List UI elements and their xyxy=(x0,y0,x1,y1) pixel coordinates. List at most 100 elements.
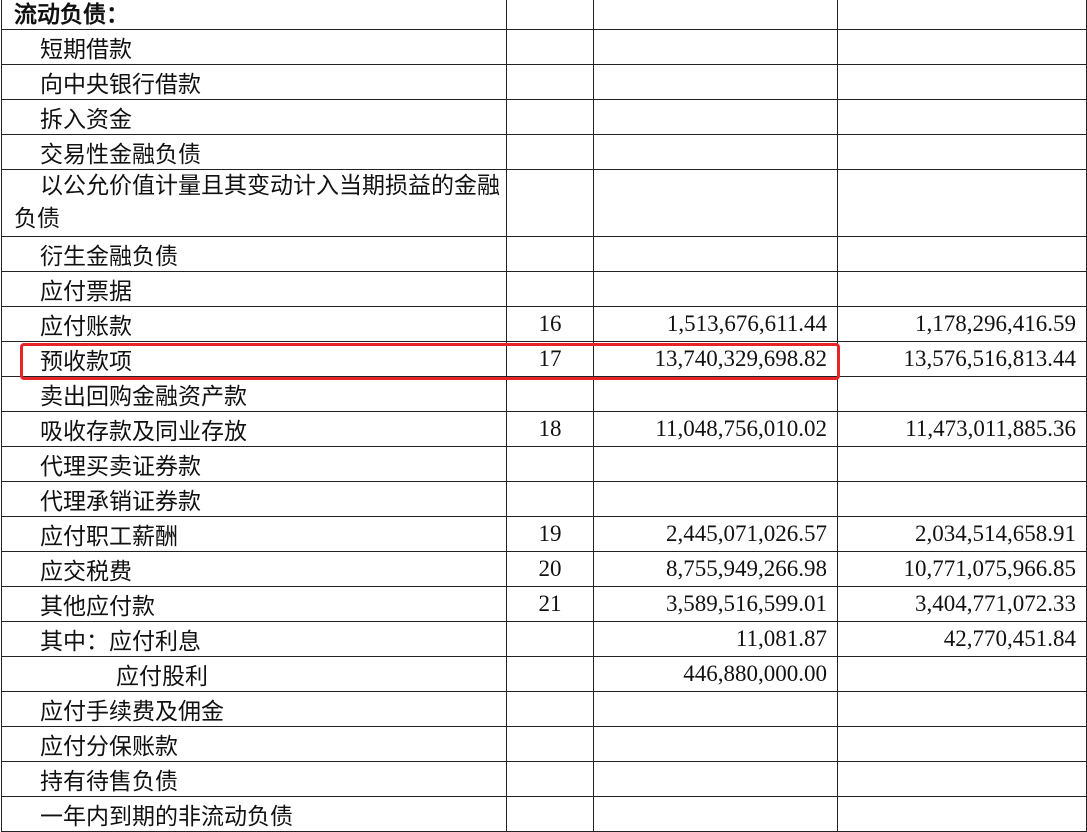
table-row: 代理买卖证券款 xyxy=(1,446,1087,482)
prior-period-cell xyxy=(837,0,1087,30)
table-row: 交易性金融负债 xyxy=(1,134,1087,170)
current-period-cell: 3,589,516,599.01 xyxy=(593,586,838,622)
row-label: 应交税费 xyxy=(1,551,507,587)
note-cell xyxy=(506,621,594,657)
note-cell: 17 xyxy=(506,341,594,377)
note-cell xyxy=(506,271,594,307)
prior-period-cell xyxy=(837,29,1087,65)
current-period-cell xyxy=(593,236,838,272)
prior-period-cell: 2,034,514,658.91 xyxy=(837,516,1087,552)
row-label: 向中央银行借款 xyxy=(1,64,507,100)
current-period-cell xyxy=(593,376,838,412)
note-cell xyxy=(506,29,594,65)
table-row: 向中央银行借款 xyxy=(1,64,1087,100)
note-cell xyxy=(506,0,594,30)
row-label: 交易性金融负债 xyxy=(1,134,507,170)
section-header-current-liabilities: 流动负债： xyxy=(1,0,507,30)
note-cell xyxy=(506,99,594,135)
current-period-cell xyxy=(593,169,838,237)
table-row: 应付手续费及佣金 xyxy=(1,691,1087,727)
note-cell: 19 xyxy=(506,516,594,552)
current-period-cell: 11,081.87 xyxy=(593,621,838,657)
current-period-cell: 8,755,949,266.98 xyxy=(593,551,838,587)
prior-period-cell xyxy=(837,761,1087,797)
note-cell xyxy=(506,726,594,762)
note-cell: 21 xyxy=(506,586,594,622)
row-label: 应付职工薪酬 xyxy=(1,516,507,552)
note-cell: 18 xyxy=(506,411,594,447)
current-period-cell xyxy=(593,761,838,797)
current-period-cell xyxy=(593,691,838,727)
table-row: 应付分保账款 xyxy=(1,726,1087,762)
prior-period-cell: 13,576,516,813.44 xyxy=(837,341,1087,377)
prior-period-cell xyxy=(837,691,1087,727)
current-period-cell xyxy=(593,726,838,762)
prior-period-cell: 1,178,296,416.59 xyxy=(837,306,1087,342)
row-label: 以公允价值计量且其变动计入当期损益的金融负债 xyxy=(1,169,507,237)
current-period-cell: 11,048,756,010.02 xyxy=(593,411,838,447)
table-row: 应交税费 20 8,755,949,266.98 10,771,075,966.… xyxy=(1,551,1087,587)
table-row: 拆入资金 xyxy=(1,99,1087,135)
note-cell xyxy=(506,169,594,237)
prior-period-cell xyxy=(837,376,1087,412)
row-label: 代理承销证券款 xyxy=(1,481,507,517)
prior-period-cell xyxy=(837,99,1087,135)
table-row: 短期借款 xyxy=(1,29,1087,65)
note-cell: 20 xyxy=(506,551,594,587)
row-label: 拆入资金 xyxy=(1,99,507,135)
row-label: 预收款项 xyxy=(1,341,507,377)
prior-period-cell xyxy=(837,656,1087,692)
prior-period-cell: 11,473,011,885.36 xyxy=(837,411,1087,447)
note-cell xyxy=(506,656,594,692)
prior-period-cell xyxy=(837,134,1087,170)
row-label: 应付账款 xyxy=(1,306,507,342)
current-period-cell xyxy=(593,29,838,65)
table-row: 应付职工薪酬 19 2,445,071,026.57 2,034,514,658… xyxy=(1,516,1087,552)
note-cell xyxy=(506,691,594,727)
current-period-cell xyxy=(593,0,838,30)
prior-period-cell xyxy=(837,481,1087,517)
table-row: 卖出回购金融资产款 xyxy=(1,376,1087,412)
current-period-cell: 446,880,000.00 xyxy=(593,656,838,692)
prior-period-cell xyxy=(837,796,1087,832)
row-label: 其中：应付利息 xyxy=(1,621,507,657)
note-cell xyxy=(506,236,594,272)
note-cell xyxy=(506,446,594,482)
table-row: 应付账款 16 1,513,676,611.44 1,178,296,416.5… xyxy=(1,306,1087,342)
prior-period-cell xyxy=(837,64,1087,100)
table-row: 以公允价值计量且其变动计入当期损益的金融负债 xyxy=(1,169,1087,237)
prior-period-cell xyxy=(837,236,1087,272)
table-row: 衍生金融负债 xyxy=(1,236,1087,272)
note-cell xyxy=(506,761,594,797)
table-row: 一年内到期的非流动负债 xyxy=(1,796,1087,832)
table-row: 代理承销证券款 xyxy=(1,481,1087,517)
row-label: 短期借款 xyxy=(1,29,507,65)
table-row: 吸收存款及同业存放 18 11,048,756,010.02 11,473,01… xyxy=(1,411,1087,447)
row-label: 代理买卖证券款 xyxy=(1,446,507,482)
row-label: 一年内到期的非流动负债 xyxy=(1,796,507,832)
table-row: 流动负债： xyxy=(1,0,1087,30)
row-label: 应付手续费及佣金 xyxy=(1,691,507,727)
current-period-cell xyxy=(593,271,838,307)
table-row: 应付票据 xyxy=(1,271,1087,307)
prior-period-cell xyxy=(837,446,1087,482)
prior-period-cell: 3,404,771,072.33 xyxy=(837,586,1087,622)
note-cell xyxy=(506,481,594,517)
row-label: 其他应付款 xyxy=(1,586,507,622)
current-period-cell xyxy=(593,446,838,482)
row-label: 持有待售负债 xyxy=(1,761,507,797)
current-period-cell xyxy=(593,64,838,100)
balance-sheet-table: 流动负债： 短期借款 向中央银行借款 拆入资金 交易性金融负债 以公允价值计量且… xyxy=(1,0,1087,832)
row-label: 吸收存款及同业存放 xyxy=(1,411,507,447)
table-row: 其中：应付利息 11,081.87 42,770,451.84 xyxy=(1,621,1087,657)
prior-period-cell xyxy=(837,271,1087,307)
row-label: 卖出回购金融资产款 xyxy=(1,376,507,412)
row-label: 应付票据 xyxy=(1,271,507,307)
note-cell xyxy=(506,64,594,100)
prior-period-cell xyxy=(837,726,1087,762)
current-period-cell xyxy=(593,134,838,170)
current-period-cell xyxy=(593,99,838,135)
current-period-cell xyxy=(593,481,838,517)
current-period-cell: 2,445,071,026.57 xyxy=(593,516,838,552)
current-period-cell: 13,740,329,698.82 xyxy=(593,341,838,377)
